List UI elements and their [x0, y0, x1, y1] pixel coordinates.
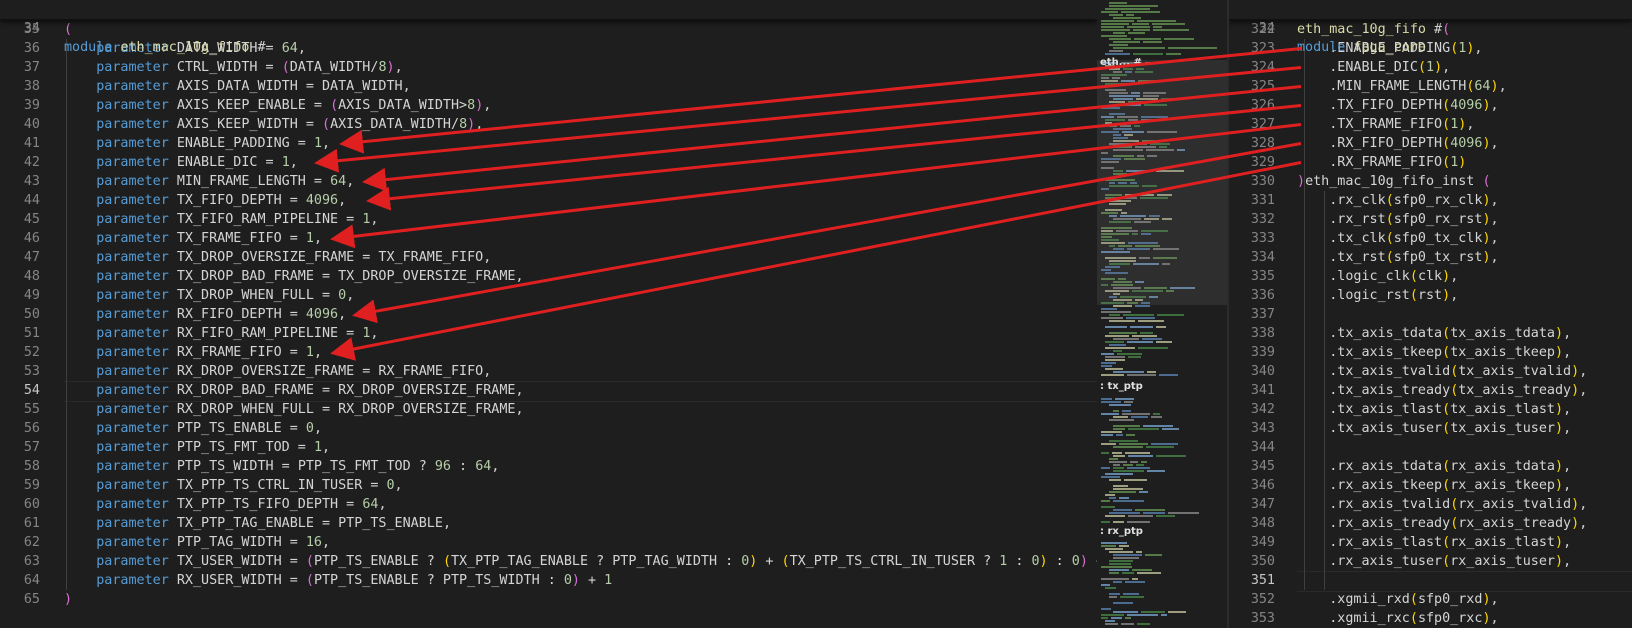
annotation-arrow: [366, 104, 1302, 211]
annotation-arrows-layer: [314, 47, 1302, 361]
annotation-arrow: [330, 161, 1302, 361]
annotation-arrow: [339, 47, 1302, 154]
annotation-arrow: [362, 85, 1302, 192]
annotation-arrow: [330, 123, 1302, 249]
annotation-arrow: [314, 66, 1302, 173]
